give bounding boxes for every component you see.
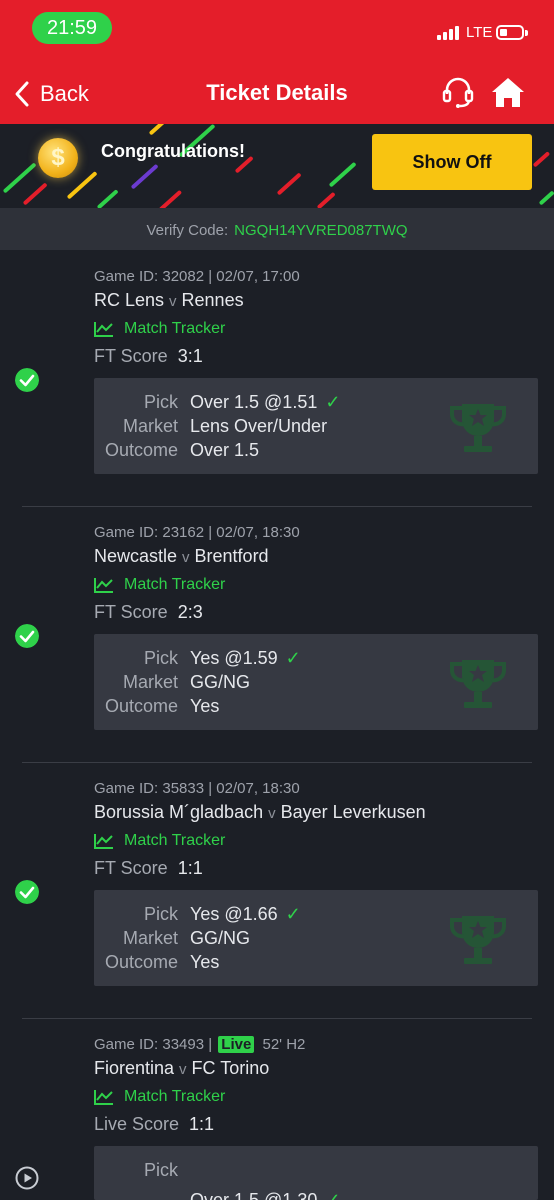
game-id: Game ID: 32082 | 02/07, 17:00 <box>94 268 300 285</box>
trophy-icon <box>450 660 506 708</box>
pick-details: Pick Yes @1.66 ✓ Market GG/NG Outcome Yes <box>94 890 538 986</box>
home-icon[interactable] <box>490 74 526 110</box>
market-value: Lens Over/Under <box>190 416 328 436</box>
live-badge: Live <box>218 1036 255 1053</box>
match-teams: Borussia M´gladbach v Bayer Leverkusen <box>94 802 426 823</box>
status-bar: 21:59 LTE <box>0 0 554 60</box>
back-button[interactable]: Back <box>14 76 89 112</box>
versus-label: v <box>268 805 276 822</box>
chart-line-icon <box>94 578 113 593</box>
market-value: GG/NG <box>190 672 251 692</box>
match-tracker-label: Match Tracker <box>124 1088 226 1105</box>
score-value: 2:3 <box>177 602 203 622</box>
congratulations-text: Congratulations! <box>101 141 245 161</box>
trophy-icon <box>450 404 506 452</box>
match-score: Live Score 1:1 <box>94 1114 214 1135</box>
game-id: Game ID: 35833 | 02/07, 18:30 <box>94 780 300 797</box>
pick-value-row: Over 1.5 @1.30 ✓ <box>94 1190 538 1200</box>
check-icon: ✓ <box>285 904 301 924</box>
match-teams: RC Lens v Rennes <box>94 290 244 311</box>
game-id: Game ID: 23162 | 02/07, 18:30 <box>94 524 300 541</box>
away-team: FC Torino <box>191 1058 270 1078</box>
check-circle-icon <box>15 624 39 648</box>
pick-row: Pick <box>143 1160 178 1180</box>
match-card: Game ID: 33493 | Live 52' H2 Fiorentina v… <box>0 1018 554 1200</box>
check-circle-icon <box>15 368 39 392</box>
versus-label: v <box>169 293 177 310</box>
score-label: Live Score <box>94 1114 180 1134</box>
nav-bar: Back Ticket Details <box>0 60 554 124</box>
signal-icon <box>437 24 461 40</box>
outcome-value: Yes <box>190 952 220 972</box>
match-card: Game ID: 23162 | 02/07, 18:30 Newcastle v… <box>0 506 554 763</box>
coin-icon: $ <box>38 138 78 178</box>
match-teams: Newcastle v Brentford <box>94 546 269 567</box>
chart-line-icon <box>94 834 113 849</box>
play-circle-icon <box>15 1166 39 1190</box>
score-label: FT Score <box>94 602 168 622</box>
pick-details: Pick Over 1.5 @1.30 ✓ <box>94 1146 538 1200</box>
pick-details: Pick Yes @1.59 ✓ Market GG/NG Outcome Yes <box>94 634 538 730</box>
match-card: Game ID: 35833 | 02/07, 18:30 Borussia M… <box>0 762 554 1019</box>
score-value: 1:1 <box>189 1114 215 1134</box>
home-team: RC Lens <box>94 290 165 310</box>
headset-icon[interactable] <box>440 74 476 110</box>
network-type: LTE <box>466 24 493 41</box>
game-id: Game ID: 33493 | Live 52' H2 <box>94 1036 306 1053</box>
outcome-value: Over 1.5 <box>190 440 260 460</box>
match-score: FT Score 3:1 <box>94 346 203 367</box>
verify-code-bar: Verify Code: NGQH14YVRED087TWQ <box>0 208 554 250</box>
market-value: GG/NG <box>190 928 251 948</box>
home-team: Borussia M´gladbach <box>94 802 264 822</box>
away-team: Rennes <box>181 290 244 310</box>
check-icon: ✓ <box>325 1190 341 1200</box>
chart-line-icon <box>94 322 113 337</box>
chart-line-icon <box>94 1090 113 1105</box>
away-team: Brentford <box>194 546 269 566</box>
match-teams: Fiorentina v FC Torino <box>94 1058 269 1079</box>
match-tracker-link[interactable]: Match Tracker <box>94 1088 225 1106</box>
match-tracker-label: Match Tracker <box>124 832 226 849</box>
match-minute: 52' H2 <box>262 1036 306 1053</box>
check-icon: ✓ <box>325 392 341 412</box>
pick-value: Yes @1.66 <box>190 904 278 924</box>
home-team: Fiorentina <box>94 1058 175 1078</box>
trophy-icon <box>450 916 506 964</box>
match-score: FT Score 1:1 <box>94 858 203 879</box>
check-icon: ✓ <box>285 648 301 668</box>
show-off-button[interactable]: Show Off <box>372 134 532 190</box>
score-value: 3:1 <box>177 346 203 366</box>
verify-code-value[interactable]: NGQH14YVRED087TWQ <box>234 222 407 239</box>
pick-value: Over 1.5 @1.30 <box>190 1190 318 1200</box>
outcome-value: Yes <box>190 696 220 716</box>
score-label: FT Score <box>94 858 168 878</box>
battery-icon <box>496 25 528 40</box>
match-tracker-link[interactable]: Match Tracker <box>94 832 225 850</box>
match-tracker-link[interactable]: Match Tracker <box>94 576 225 594</box>
match-tracker-label: Match Tracker <box>124 320 226 337</box>
versus-label: v <box>179 1061 187 1078</box>
match-tracker-link[interactable]: Match Tracker <box>94 320 225 338</box>
pick-value: Yes @1.59 <box>190 648 278 668</box>
score-value: 1:1 <box>177 858 203 878</box>
check-circle-icon <box>15 880 39 904</box>
versus-label: v <box>182 549 190 566</box>
status-time: 21:59 <box>32 12 112 44</box>
away-team: Bayer Leverkusen <box>280 802 426 822</box>
verify-code-label: Verify Code: <box>146 222 229 239</box>
home-team: Newcastle <box>94 546 178 566</box>
pick-value: Over 1.5 @1.51 <box>190 392 318 412</box>
pick-details: Pick Over 1.5 @1.51 ✓ Market Lens Over/Unde… <box>94 378 538 474</box>
match-tracker-label: Match Tracker <box>124 576 226 593</box>
match-card: Game ID: 32082 | 02/07, 17:00 RC Lens v Re… <box>0 250 554 507</box>
score-label: FT Score <box>94 346 168 366</box>
chevron-left-icon <box>15 81 29 107</box>
back-label: Back <box>40 81 89 106</box>
match-score: FT Score 2:3 <box>94 602 203 623</box>
